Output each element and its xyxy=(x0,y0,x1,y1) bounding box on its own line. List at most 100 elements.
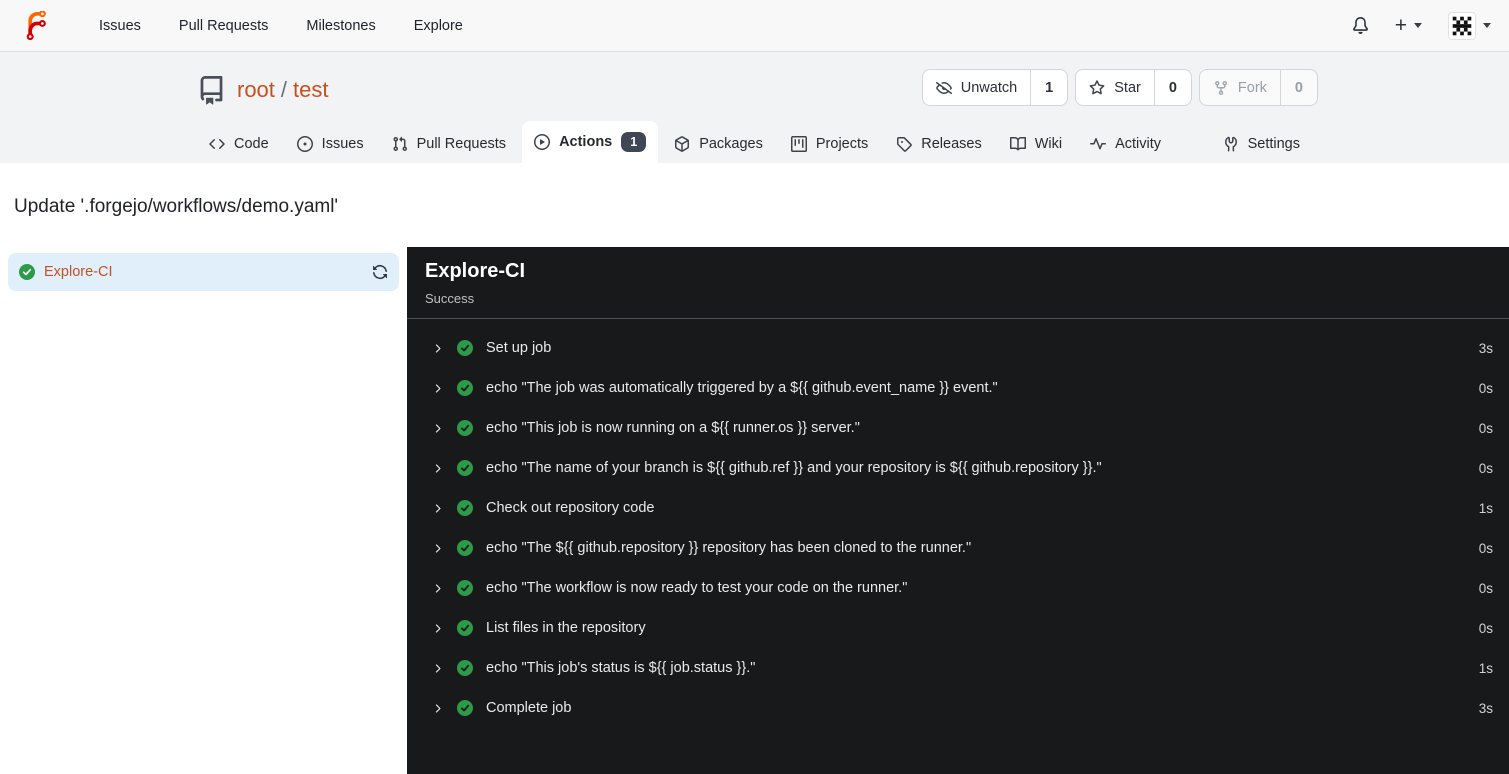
nav-item-explore[interactable]: Explore xyxy=(395,18,482,34)
star-label: Star xyxy=(1114,79,1141,96)
step-row[interactable]: echo "This job is now running on a ${{ r… xyxy=(407,408,1509,448)
top-navbar: Issues Pull Requests Milestones Explore … xyxy=(0,0,1509,52)
tab-releases[interactable]: Releases xyxy=(884,125,993,164)
issue-opened-icon xyxy=(296,136,313,152)
fork-icon xyxy=(1214,80,1227,95)
step-row[interactable]: Check out repository code 1s xyxy=(407,488,1509,528)
success-check-icon xyxy=(457,700,473,717)
play-icon xyxy=(534,134,551,150)
tab-pull-requests[interactable]: Pull Requests xyxy=(380,125,518,164)
repo-owner-link[interactable]: root xyxy=(237,77,275,103)
chevron-right-icon[interactable] xyxy=(431,622,444,635)
pulse-icon xyxy=(1090,138,1107,150)
watchers-count[interactable]: 1 xyxy=(1030,70,1067,105)
fork-label: Fork xyxy=(1237,79,1267,96)
book-icon xyxy=(1009,136,1026,151)
navbar-right: + xyxy=(1352,11,1491,40)
forks-count: 0 xyxy=(1279,70,1317,105)
package-icon xyxy=(675,136,690,152)
tab-label: Settings xyxy=(1247,136,1300,152)
chevron-right-icon[interactable] xyxy=(431,702,444,715)
repo-action-buttons: Unwatch 1 Star 0 Fork 0 xyxy=(921,69,1318,106)
step-duration: 0s xyxy=(1478,620,1493,636)
step-row[interactable]: echo "The ${{ github.repository }} repos… xyxy=(407,528,1509,568)
step-name: echo "This job is now running on a ${{ r… xyxy=(486,420,860,437)
success-check-icon xyxy=(19,264,35,281)
step-duration: 3s xyxy=(1478,700,1493,716)
steps-list: Set up job 3s echo "The job was automati… xyxy=(407,319,1509,737)
step-duration: 0s xyxy=(1478,580,1493,596)
code-icon xyxy=(209,138,225,150)
unwatch-label: Unwatch xyxy=(960,79,1018,96)
repo-icon xyxy=(200,75,223,105)
plus-icon: + xyxy=(1394,14,1407,37)
chevron-right-icon[interactable] xyxy=(431,382,444,395)
git-pull-request-icon xyxy=(393,136,407,152)
step-duration: 1s xyxy=(1478,500,1493,516)
step-name: List files in the repository xyxy=(486,620,646,637)
notifications-bell-icon[interactable] xyxy=(1352,17,1369,34)
tools-icon xyxy=(1224,136,1237,152)
tab-activity[interactable]: Activity xyxy=(1078,125,1173,164)
step-row[interactable]: echo "The name of your branch is ${{ git… xyxy=(407,448,1509,488)
step-duration: 0s xyxy=(1478,460,1493,476)
repo-tabs: Code Issues Pull Requests Actions 1 Pack… xyxy=(191,121,1318,164)
step-row[interactable]: List files in the repository 0s xyxy=(407,608,1509,648)
user-menu[interactable] xyxy=(1448,11,1491,40)
job-status-text: Success xyxy=(425,291,475,307)
actions-count-badge: 1 xyxy=(621,132,647,152)
step-name: echo "The name of your branch is ${{ git… xyxy=(486,460,1102,477)
success-check-icon xyxy=(457,540,473,557)
chevron-down-icon xyxy=(1414,23,1422,28)
tab-settings[interactable]: Settings xyxy=(1211,125,1312,164)
nav-item-milestones[interactable]: Milestones xyxy=(287,18,394,34)
chevron-right-icon[interactable] xyxy=(431,542,444,555)
create-new-dropdown[interactable]: + xyxy=(1395,15,1422,36)
unwatch-button[interactable]: Unwatch 1 xyxy=(921,69,1069,106)
rerun-sync-icon[interactable] xyxy=(372,264,388,280)
tab-wiki[interactable]: Wiki xyxy=(998,125,1074,164)
step-row[interactable]: echo "This job's status is ${{ job.statu… xyxy=(407,648,1509,688)
step-duration: 0s xyxy=(1478,420,1493,436)
star-button[interactable]: Star 0 xyxy=(1075,69,1192,106)
step-row[interactable]: echo "The workflow is now ready to test … xyxy=(407,568,1509,608)
tab-code[interactable]: Code xyxy=(197,125,281,164)
tab-label: Wiki xyxy=(1034,136,1063,152)
tab-label: Code xyxy=(234,136,269,152)
project-icon xyxy=(790,136,807,152)
success-check-icon xyxy=(457,580,473,597)
step-name: echo "The workflow is now ready to test … xyxy=(486,580,908,597)
chevron-right-icon[interactable] xyxy=(431,422,444,435)
chevron-right-icon[interactable] xyxy=(431,502,444,515)
success-check-icon xyxy=(457,460,473,477)
job-log-header: Explore-CI Success xyxy=(407,247,1509,318)
tab-label: Packages xyxy=(699,136,763,152)
success-check-icon xyxy=(457,340,473,357)
tab-actions[interactable]: Actions 1 xyxy=(522,121,659,164)
tab-projects[interactable]: Projects xyxy=(779,125,880,164)
stars-count[interactable]: 0 xyxy=(1153,70,1191,105)
tab-issues[interactable]: Issues xyxy=(285,125,376,164)
step-name: Set up job xyxy=(486,340,552,357)
success-check-icon xyxy=(457,660,473,677)
step-row[interactable]: echo "The job was automatically triggere… xyxy=(407,368,1509,408)
step-name: Complete job xyxy=(486,700,572,717)
tab-packages[interactable]: Packages xyxy=(662,125,775,164)
chevron-right-icon[interactable] xyxy=(431,462,444,475)
chevron-right-icon[interactable] xyxy=(431,342,444,355)
repo-separator: / xyxy=(280,77,288,102)
repo-name-link[interactable]: test xyxy=(293,77,328,103)
step-duration: 1s xyxy=(1478,660,1493,676)
tab-label: Releases xyxy=(921,136,982,152)
tab-label: Activity xyxy=(1115,136,1162,152)
repo-header: root / test Unwatch 1 Star 0 Fork 0 Code… xyxy=(0,52,1509,164)
step-row[interactable]: Set up job 3s xyxy=(407,328,1509,368)
nav-item-issues[interactable]: Issues xyxy=(80,18,160,34)
chevron-down-icon xyxy=(1483,23,1491,28)
job-item-explore-ci[interactable]: Explore-CI xyxy=(8,253,399,292)
step-row[interactable]: Complete job 3s xyxy=(407,688,1509,728)
nav-item-pull-requests[interactable]: Pull Requests xyxy=(160,18,287,34)
forgejo-logo[interactable] xyxy=(22,10,52,41)
chevron-right-icon[interactable] xyxy=(431,582,444,595)
chevron-right-icon[interactable] xyxy=(431,662,444,675)
